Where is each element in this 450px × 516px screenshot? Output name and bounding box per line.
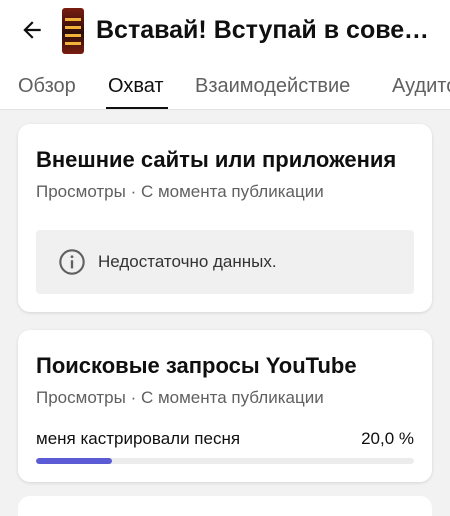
- top-app-bar: Вставай! Вступай в советскую армию: [0, 0, 450, 60]
- search-term-row[interactable]: меня кастрировали песня 20,0 %: [36, 428, 414, 450]
- card-title: Внешние сайты или приложения: [36, 147, 397, 172]
- back-button[interactable]: [14, 12, 50, 48]
- tab-overview[interactable]: Обзор: [18, 73, 76, 99]
- tab-audience[interactable]: Аудитория: [392, 73, 450, 99]
- search-term-percent: 20,0 %: [361, 429, 414, 448]
- external-sites-card: Внешние сайты или приложения Просмотры ·…: [18, 124, 432, 312]
- arrow-back-icon: [23, 21, 41, 39]
- analytics-tabs: Обзор Охват Взаимодействие Аудитория: [0, 60, 450, 110]
- active-tab-indicator: [106, 107, 168, 109]
- tab-engagement[interactable]: Взаимодействие: [195, 73, 350, 99]
- video-title: Вставай! Вступай в советскую армию: [96, 16, 436, 44]
- no-data-notice: Недостаточно данных.: [36, 230, 414, 294]
- card-subtitle: Просмотры · С момента публикации: [36, 182, 324, 201]
- tab-reach[interactable]: Охват: [108, 73, 164, 99]
- search-term-bar-track: [36, 458, 414, 464]
- search-term-text: меня кастрировали песня: [36, 429, 241, 448]
- next-card: [18, 496, 432, 516]
- card-subtitle: Просмотры · С момента публикации: [36, 388, 324, 407]
- info-icon: [59, 249, 85, 275]
- no-data-text: Недостаточно данных.: [98, 252, 277, 271]
- video-thumbnail: [62, 8, 84, 54]
- search-term-bar-fill: [36, 458, 112, 464]
- card-title: Поисковые запросы YouTube: [36, 353, 357, 378]
- youtube-search-card: Поисковые запросы YouTube Просмотры · С …: [18, 330, 432, 482]
